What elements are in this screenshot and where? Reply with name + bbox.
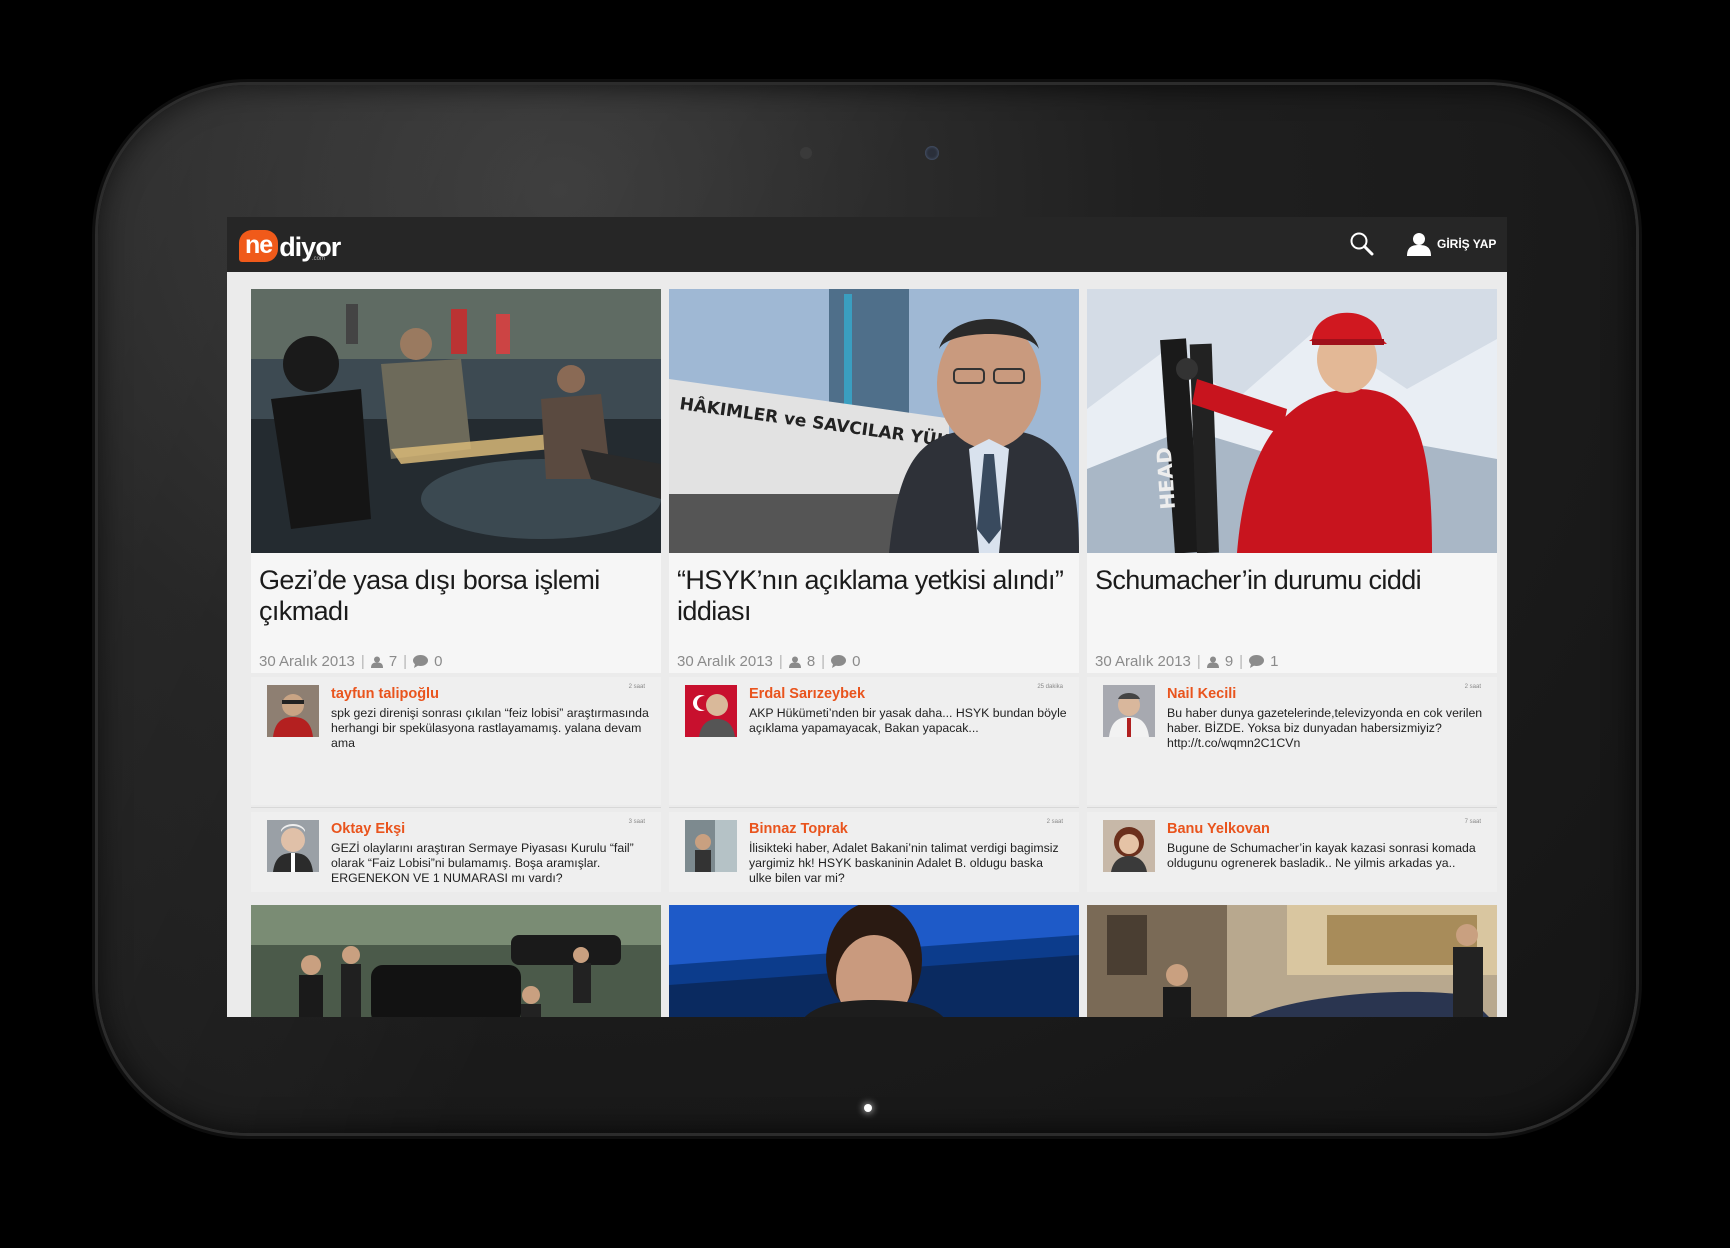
separator: | bbox=[821, 653, 826, 670]
avatar bbox=[267, 685, 319, 737]
comment-icon bbox=[413, 655, 429, 668]
comment-time: 2 saat bbox=[1464, 684, 1481, 690]
article-date: 30 Aralık 2013 bbox=[1095, 653, 1191, 670]
comment-author[interactable]: Oktay Ekşi bbox=[331, 821, 405, 837]
comment-item[interactable]: Nail Kecili 2 saat Bu haber dunya gazete… bbox=[1087, 677, 1497, 805]
comment-item[interactable]: tayfun talipoğlu 2 saat spk gezi direniş… bbox=[251, 677, 661, 805]
article-title[interactable]: Schumacher’in durumu ciddi bbox=[1095, 565, 1490, 596]
comment-text: Bu haber dunya gazetelerinde,televizyond… bbox=[1167, 706, 1483, 750]
comment-text: GEZİ olaylarını araştıran Sermaye Piyasa… bbox=[331, 841, 634, 885]
article-image[interactable]: HEAD bbox=[1087, 289, 1497, 553]
login-label: GİRİŞ YAP bbox=[1437, 237, 1497, 251]
separator: | bbox=[360, 653, 365, 670]
article-card[interactable] bbox=[669, 905, 1079, 1017]
svg-text:HEAD: HEAD bbox=[1152, 446, 1180, 510]
user-icon bbox=[1407, 233, 1431, 256]
comment-author[interactable]: Binnaz Toprak bbox=[749, 821, 848, 837]
logo-com: .com bbox=[312, 256, 326, 262]
notification-light-icon bbox=[864, 1104, 872, 1112]
article-meta: 30 Aralık 2013 | 8 | 0 bbox=[677, 653, 860, 670]
top-bar: ne diyor .com GİRİŞ YAP bbox=[227, 217, 1507, 272]
article-card[interactable] bbox=[251, 905, 661, 1017]
login-button[interactable]: GİRİŞ YAP bbox=[1407, 230, 1496, 258]
avatar bbox=[1103, 820, 1155, 872]
avatar bbox=[1103, 685, 1155, 737]
protest-photo bbox=[251, 289, 661, 553]
app-logo[interactable]: ne diyor .com bbox=[239, 226, 341, 262]
comment-author[interactable]: tayfun talipoğlu bbox=[331, 686, 439, 702]
divider bbox=[251, 807, 661, 808]
comment-author[interactable]: Banu Yelkovan bbox=[1167, 821, 1270, 837]
street-scene-photo bbox=[1087, 905, 1497, 1017]
avatar bbox=[267, 820, 319, 872]
search-button[interactable] bbox=[1349, 231, 1375, 257]
comment-text: spk gezi direnişi sonrası çıkılan “feiz … bbox=[331, 706, 649, 750]
comment-time: 2 saat bbox=[628, 684, 645, 690]
skier-photo: HEAD bbox=[1087, 289, 1497, 553]
like-count: 7 bbox=[388, 653, 398, 670]
comment-item[interactable]: Oktay Ekşi 3 saat GEZİ olaylarını araştı… bbox=[251, 812, 661, 892]
comment-author[interactable]: Erdal Sarızeybek bbox=[749, 686, 865, 702]
article-title[interactable]: “HSYK’nın açıklama yetkisi alındı” iddia… bbox=[677, 565, 1072, 627]
article-card[interactable]: HÂKIMLER ve SAVCILAR YÜKSEK “HSYK’nın aç… bbox=[669, 289, 1079, 673]
comment-item[interactable]: Binnaz Toprak 2 saat İlisikteki haber, A… bbox=[669, 812, 1079, 892]
user-icon bbox=[1206, 656, 1219, 668]
like-count: 9 bbox=[1224, 653, 1234, 670]
article-card[interactable] bbox=[1087, 905, 1497, 1017]
article-title[interactable]: Gezi’de yasa dışı borsa işlemi çıkmadı bbox=[259, 565, 654, 627]
comment-text: Bugune de Schumacher’in kayak kazasi son… bbox=[1167, 841, 1476, 870]
comment-icon bbox=[1249, 655, 1265, 668]
comment-item[interactable]: Erdal Sarızeybek 25 dakika AKP Hükümeti’… bbox=[669, 677, 1079, 805]
article-card[interactable]: HEAD Schumacher’in durumu ciddi 30 Aralı… bbox=[1087, 289, 1497, 673]
comment-time: 3 saat bbox=[628, 819, 645, 825]
article-image[interactable] bbox=[251, 289, 661, 553]
motorcade-photo bbox=[251, 905, 661, 1017]
comment-time: 25 dakika bbox=[1037, 684, 1063, 690]
comment-item[interactable]: Banu Yelkovan 7 saat Bugune de Schumache… bbox=[1087, 812, 1497, 892]
like-count: 8 bbox=[806, 653, 816, 670]
minister-photo: HÂKIMLER ve SAVCILAR YÜKSEK bbox=[669, 289, 1079, 553]
user-icon bbox=[370, 656, 383, 668]
avatar bbox=[685, 820, 737, 872]
article-date: 30 Aralık 2013 bbox=[259, 653, 355, 670]
article-meta: 30 Aralık 2013 | 7 | 0 bbox=[259, 653, 442, 670]
logo-diyor: diyor bbox=[279, 232, 341, 262]
sensor-icon bbox=[800, 147, 812, 159]
comment-time: 7 saat bbox=[1464, 819, 1481, 825]
logo-ne: ne bbox=[239, 230, 279, 262]
separator: | bbox=[403, 653, 408, 670]
user-icon bbox=[788, 656, 801, 668]
article-card[interactable]: Gezi’de yasa dışı borsa işlemi çıkmadı 3… bbox=[251, 289, 661, 673]
comment-icon bbox=[831, 655, 847, 668]
comment-time: 2 saat bbox=[1046, 819, 1063, 825]
separator: | bbox=[778, 653, 783, 670]
avatar bbox=[685, 685, 737, 737]
divider bbox=[1087, 807, 1497, 808]
article-image[interactable]: HÂKIMLER ve SAVCILAR YÜKSEK bbox=[669, 289, 1079, 553]
app-screen: ne diyor .com GİRİŞ YAP Gezi’de yasa dış… bbox=[227, 217, 1507, 1017]
comment-count: 1 bbox=[1270, 653, 1279, 670]
comment-text: İlisikteki haber, Adalet Bakani’nin tali… bbox=[749, 841, 1059, 885]
comment-count: 0 bbox=[434, 653, 443, 670]
separator: | bbox=[1239, 653, 1244, 670]
comment-text: AKP Hükümeti’nden bir yasak daha... HSYK… bbox=[749, 706, 1067, 735]
tv-studio-photo bbox=[669, 905, 1079, 1017]
article-meta: 30 Aralık 2013 | 9 | 1 bbox=[1095, 653, 1278, 670]
search-icon bbox=[1350, 232, 1374, 256]
separator: | bbox=[1196, 653, 1201, 670]
comment-count: 0 bbox=[852, 653, 861, 670]
camera-icon bbox=[925, 146, 939, 160]
article-date: 30 Aralık 2013 bbox=[677, 653, 773, 670]
comment-author[interactable]: Nail Kecili bbox=[1167, 686, 1236, 702]
divider bbox=[669, 807, 1079, 808]
